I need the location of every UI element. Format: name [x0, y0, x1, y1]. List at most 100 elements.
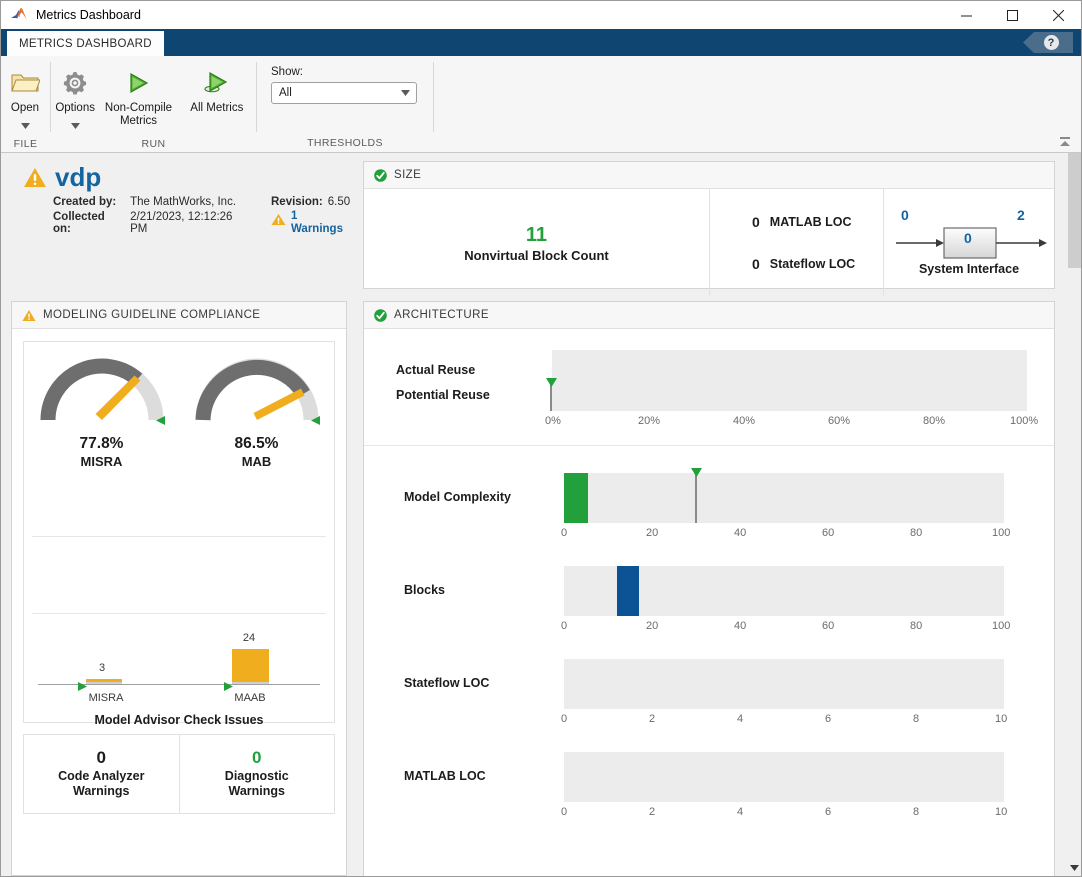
ribbon-toolbar: Open FILE [1, 56, 1081, 153]
compliance-card: 77.8% MISRA 86.5% [23, 341, 335, 723]
question-mark-icon: ? [1044, 35, 1059, 50]
options-button-label: Options [55, 102, 95, 115]
created-by-label: Created by: [53, 196, 124, 209]
maximize-button[interactable] [989, 1, 1035, 29]
stateflow-loc-chart: Stateflow LOC 0 2 4 6 8 10 [364, 643, 1056, 743]
reuse-threshold-marker-icon [546, 374, 557, 392]
blocks-tick-3: 60 [822, 620, 834, 632]
diagnostic-warnings-label-1: Diagnostic [184, 769, 331, 784]
stateflow-loc-chart-label: Stateflow LOC [404, 676, 489, 690]
matlab-loc-tick-0: 0 [561, 806, 567, 818]
code-analyzer-warnings-label-1: Code Analyzer [28, 769, 175, 784]
compliance-panel-title: MODELING GUIDELINE COMPLIANCE [43, 309, 260, 321]
model-name: vdp [55, 163, 101, 191]
collected-on-label: Collected on: [53, 211, 115, 236]
ribbon-tabstrip: METRICS DASHBOARD ? [1, 29, 1081, 56]
system-interface-inputs: 0 [901, 207, 909, 223]
tab-metrics-dashboard[interactable]: METRICS DASHBOARD [7, 31, 164, 56]
compliance-panel-header: MODELING GUIDELINE COMPLIANCE [12, 302, 346, 329]
gauge-mab-value: 86.5% [187, 435, 327, 453]
model-complexity-chart: Model Complexity 0 20 40 60 80 100 [364, 457, 1056, 557]
reuse-tick-0: 0% [545, 415, 561, 427]
card-divider-2 [32, 613, 326, 614]
metrics-dashboard-window: Metrics Dashboard METRICS DASHBOARD ? [0, 0, 1082, 877]
all-metrics-label: All Metrics [190, 102, 243, 115]
gauge-misra-dial [38, 354, 166, 428]
reuse-tick-2: 40% [733, 415, 755, 427]
stateflow-loc-label: Stateflow LOC [770, 257, 855, 271]
nonvirtual-block-count-cell: 11 Nonvirtual Block Count [364, 189, 710, 296]
ribbon-group-run: Options Non-Compile Metrics [51, 56, 256, 153]
gauge-misra-label: MISRA [32, 454, 172, 469]
gauge-misra-value: 77.8% [32, 435, 172, 453]
blocks-bar [617, 566, 639, 616]
vertical-scrollbar[interactable] [1068, 153, 1081, 876]
matlab-loc-tick-4: 8 [913, 806, 919, 818]
blocks-tick-5: 100 [992, 620, 1010, 632]
warning-cards-container: 0 Code Analyzer Warnings 0 Diagnostic Wa… [23, 734, 335, 814]
matlab-loc-track [564, 752, 1004, 802]
blocks-tick-2: 40 [734, 620, 746, 632]
ribbon-group-file-label: FILE [1, 134, 50, 153]
potential-reuse-label: Potential Reuse [396, 388, 490, 402]
architecture-panel-title: ARCHITECTURE [394, 309, 489, 321]
dashboard-body: vdp Created by: The MathWorks, Inc. Coll… [1, 153, 1081, 876]
non-compile-metrics-button[interactable]: Non-Compile Metrics [99, 62, 177, 128]
chevron-down-icon[interactable] [71, 116, 80, 134]
stateflow-loc-tick-2: 4 [737, 713, 743, 725]
card-divider-1 [32, 536, 326, 537]
ribbon-collapse-icon[interactable] [1057, 134, 1073, 150]
code-analyzer-warnings-label-2: Warnings [28, 784, 175, 799]
ribbon-group-thresholds: Show: All THRESHOLDS [257, 56, 433, 153]
model-complexity-tick-0: 0 [561, 527, 567, 539]
model-header: vdp Created by: The MathWorks, Inc. Coll… [1, 153, 357, 236]
window-titlebar: Metrics Dashboard [1, 1, 1081, 29]
help-button[interactable]: ? [1023, 32, 1073, 53]
model-complexity-tick-2: 40 [734, 527, 746, 539]
system-interface-caption: System Interface [884, 262, 1054, 276]
all-metrics-button[interactable]: All Metrics [178, 62, 256, 115]
stateflow-loc-tick-3: 6 [825, 713, 831, 725]
actual-reuse-label: Actual Reuse [396, 363, 475, 377]
created-by-value: The MathWorks, Inc. [130, 196, 253, 209]
model-complexity-label: Model Complexity [404, 490, 511, 504]
gauge-mab-label: MAB [187, 454, 327, 469]
show-dropdown[interactable]: All [271, 82, 417, 104]
non-compile-metrics-label: Non-Compile Metrics [99, 102, 177, 128]
diagnostic-warnings-value: 0 [184, 747, 331, 769]
size-panel-title: SIZE [394, 169, 421, 181]
warning-icon [271, 213, 286, 231]
chevron-down-icon [401, 87, 410, 99]
warning-icon [22, 309, 36, 322]
reuse-tick-1: 20% [638, 415, 660, 427]
model-complexity-track [564, 473, 1004, 523]
matlab-loc-row: 0 MATLAB LOC [738, 214, 855, 230]
system-interface-center: 0 [964, 230, 972, 246]
options-button[interactable]: Options [51, 62, 99, 134]
scrollbar-thumb[interactable] [1068, 153, 1081, 268]
open-folder-icon [10, 66, 40, 100]
open-button-label: Open [11, 102, 39, 115]
close-button[interactable] [1035, 1, 1081, 29]
nonvirtual-block-count-value: 11 [464, 222, 608, 248]
reuse-tick-3: 60% [828, 415, 850, 427]
show-label: Show: [271, 66, 419, 78]
nonvirtual-block-count-label: Nonvirtual Block Count [464, 248, 608, 263]
warnings-label: Warnings [291, 223, 343, 236]
ribbon-group-run-label: RUN [51, 134, 256, 153]
model-complexity-tick-4: 80 [910, 527, 922, 539]
warning-icon [23, 167, 47, 194]
matlab-loc-tick-1: 2 [649, 806, 655, 818]
compliance-gauges: 77.8% MISRA 86.5% [24, 342, 334, 469]
model-advisor-chart-title: Model Advisor Check Issues [24, 713, 334, 727]
chevron-down-icon[interactable] [21, 116, 30, 134]
open-button[interactable]: Open [1, 62, 49, 134]
matlab-loc-label: MATLAB LOC [770, 215, 852, 229]
matlab-loc-tick-2: 4 [737, 806, 743, 818]
ribbon-group-file: Open FILE [1, 56, 50, 153]
scroll-down-arrow-icon[interactable] [1068, 861, 1081, 874]
play-stack-icon [201, 66, 233, 100]
warnings-link[interactable]: 1 Warnings [271, 210, 350, 236]
reuse-tick-4: 80% [923, 415, 945, 427]
minimize-button[interactable] [943, 1, 989, 29]
